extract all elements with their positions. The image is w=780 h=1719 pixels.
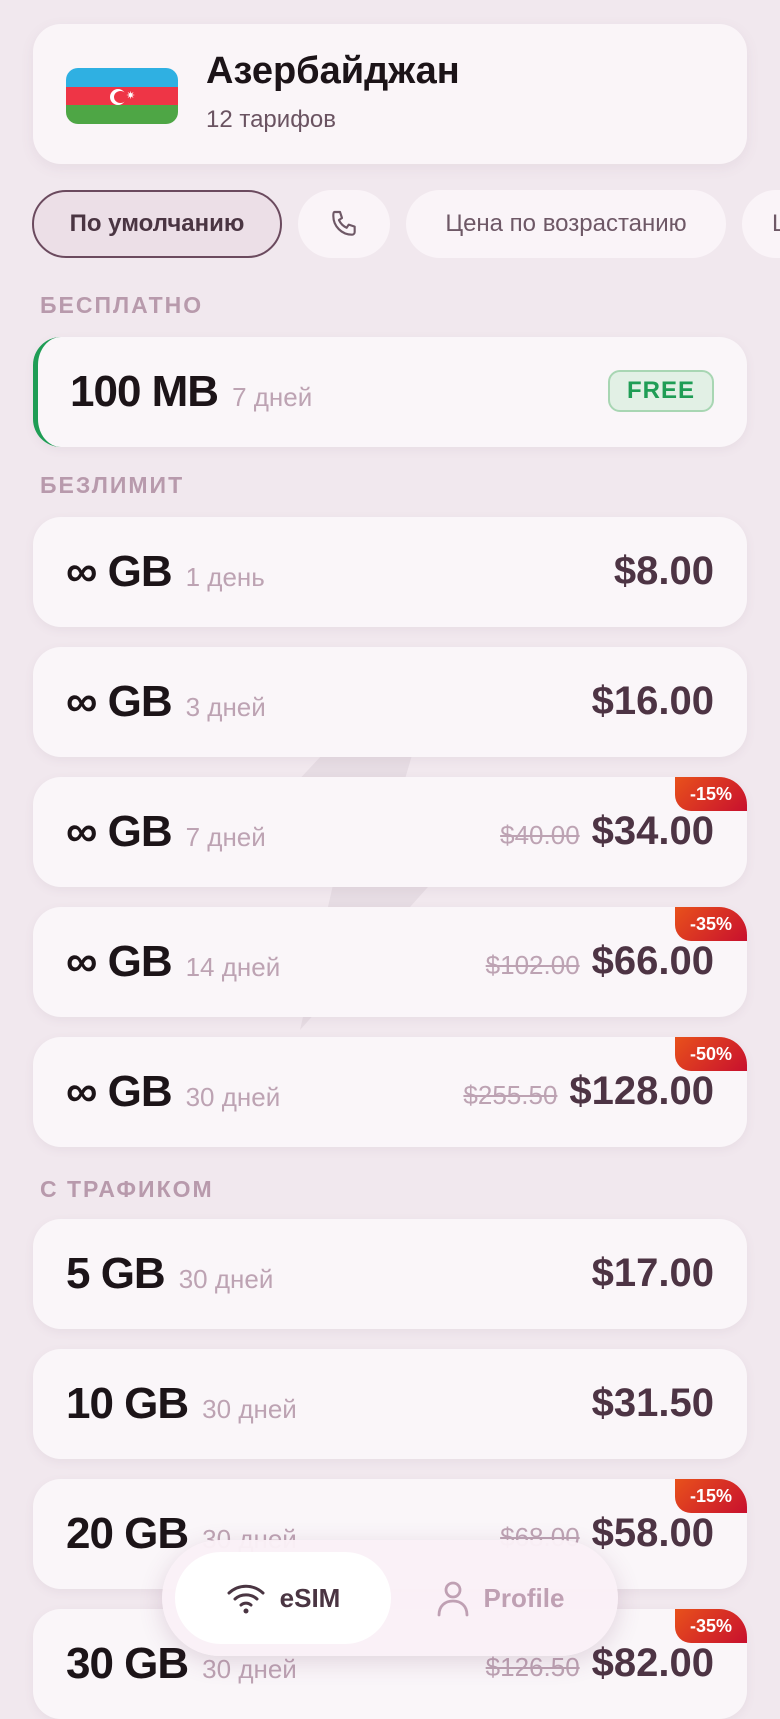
plan-size: 10 GB <box>66 1379 189 1428</box>
azerbaijan-flag-icon: ✷ <box>66 68 178 124</box>
section-unlimited: БЕЗЛИМИТ <box>40 472 185 498</box>
plan-price: $31.50 <box>591 1381 714 1425</box>
tab-esim[interactable]: eSIM <box>175 1552 391 1644</box>
plan-duration: 7 дней <box>232 382 313 412</box>
bottom-tab-bar: eSIM Profile <box>162 1540 618 1656</box>
section-free: БЕСПЛАТНО <box>40 292 204 318</box>
plan-price: $58.00 <box>591 1511 714 1555</box>
phone-icon <box>332 210 356 236</box>
discount-badge: -15% <box>675 777 747 811</box>
country-name: Азербайджан <box>206 50 460 92</box>
plan-duration: 1 день <box>185 562 265 592</box>
tab-profile[interactable]: Profile <box>395 1552 605 1644</box>
plan-price: $128.00 <box>569 1069 714 1113</box>
wifi-icon <box>227 1584 265 1614</box>
discount-badge: -35% <box>675 907 747 941</box>
plan-price: $66.00 <box>591 939 714 983</box>
filter-price-asc[interactable]: Цена по возрастанию <box>406 190 726 258</box>
plan-free[interactable]: 100 MB 7 дней FREE <box>33 337 747 447</box>
plan-size: ∞ GB <box>66 1067 173 1116</box>
plan-price: $17.00 <box>591 1251 714 1295</box>
plan-size: 20 GB <box>66 1509 189 1558</box>
filter-calls[interactable] <box>298 190 390 258</box>
plan-duration: 7 дней <box>185 822 266 852</box>
plan-price: $16.00 <box>591 679 714 723</box>
tab-esim-label: eSIM <box>279 1582 341 1613</box>
plan-old-price: $102.00 <box>485 950 580 980</box>
plan-price: $34.00 <box>591 809 714 853</box>
plan-size: ∞ GB <box>66 937 173 986</box>
plan-size: ∞ GB <box>66 807 173 856</box>
plan-duration: 14 дней <box>185 952 281 982</box>
plan-duration: 30 дней <box>185 1082 281 1112</box>
plan-duration: 30 дней <box>202 1654 297 1684</box>
plan-size: ∞ GB <box>66 677 173 726</box>
tab-profile-label: Profile <box>483 1582 565 1613</box>
user-icon <box>437 1581 468 1617</box>
plan-unlimited-1[interactable]: ∞ GB 1 день $8.00 <box>33 517 747 627</box>
plan-duration: 30 дней <box>202 1394 297 1424</box>
plan-unlimited-5[interactable]: ∞ GB 30 дней $255.50 $128.00 -50% <box>33 1037 747 1147</box>
plan-size: 5 GB <box>66 1249 166 1298</box>
plan-unlimited-2[interactable]: ∞ GB 3 дней $16.00 <box>33 647 747 757</box>
filter-default[interactable]: По умолчанию <box>32 190 282 258</box>
discount-badge: -35% <box>675 1609 747 1643</box>
discount-badge: -15% <box>675 1479 747 1513</box>
plan-unlimited-3[interactable]: ∞ GB 7 дней $40.00 $34.00 -15% <box>33 777 747 887</box>
plan-duration: 30 дней <box>178 1264 274 1294</box>
section-traffic: С ТРАФИКОМ <box>40 1176 214 1202</box>
plan-price: $82.00 <box>591 1641 714 1685</box>
plan-price: $8.00 <box>613 549 714 593</box>
sort-filter-bar: По умолчанию Цена по возрастанию Ц <box>32 190 780 260</box>
plans-count: 12 тарифов <box>206 106 337 133</box>
discount-badge: -50% <box>675 1037 747 1071</box>
plan-size: 30 GB <box>66 1639 189 1688</box>
plan-traffic-2[interactable]: 10 GB 30 дней $31.50 <box>33 1349 747 1459</box>
filter-more[interactable]: Ц <box>742 190 780 258</box>
plan-unlimited-4[interactable]: ∞ GB 14 дней $102.00 $66.00 -35% <box>33 907 747 1017</box>
free-badge: FREE <box>608 370 714 412</box>
plan-size: ∞ GB <box>66 547 173 596</box>
plan-old-price: $255.50 <box>463 1080 558 1110</box>
plan-traffic-1[interactable]: 5 GB 30 дней $17.00 <box>33 1219 747 1329</box>
plan-old-price: $40.00 <box>500 820 580 850</box>
plan-duration: 3 дней <box>185 692 266 722</box>
plan-old-price: $126.50 <box>485 1652 580 1682</box>
plan-size: 100 MB <box>70 367 219 416</box>
country-header: ✷ Азербайджан 12 тарифов <box>33 24 747 164</box>
